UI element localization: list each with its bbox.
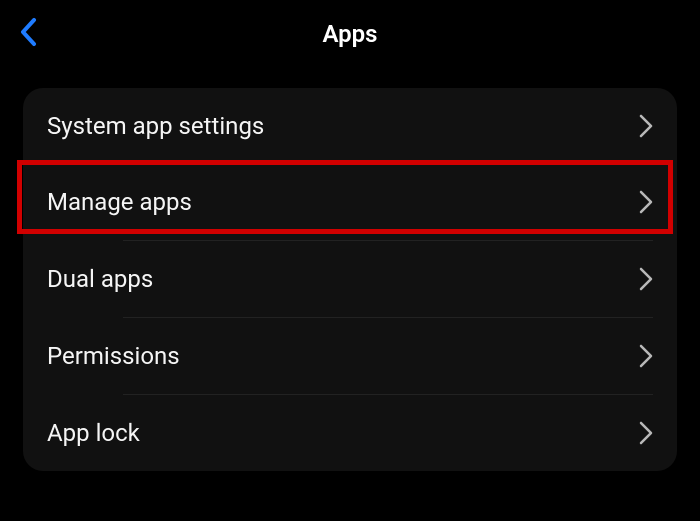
back-button[interactable] (18, 16, 38, 52)
settings-panel: System app settings Manage apps Dual app… (23, 88, 677, 471)
row-dual-apps[interactable]: Dual apps (23, 241, 677, 317)
row-label: Permissions (47, 342, 180, 370)
row-label: Manage apps (47, 188, 192, 216)
row-label: Dual apps (47, 265, 153, 293)
row-app-lock[interactable]: App lock (23, 395, 677, 471)
chevron-right-icon (639, 114, 653, 138)
row-manage-apps[interactable]: Manage apps (23, 164, 677, 240)
row-system-app-settings[interactable]: System app settings (23, 88, 677, 164)
chevron-right-icon (639, 190, 653, 214)
row-permissions[interactable]: Permissions (23, 318, 677, 394)
row-label: System app settings (47, 112, 264, 140)
chevron-right-icon (639, 267, 653, 291)
chevron-right-icon (639, 344, 653, 368)
chevron-right-icon (639, 421, 653, 445)
back-chevron-icon (18, 16, 38, 52)
header: Apps (0, 0, 700, 68)
page-title: Apps (18, 20, 682, 48)
row-label: App lock (47, 419, 140, 447)
